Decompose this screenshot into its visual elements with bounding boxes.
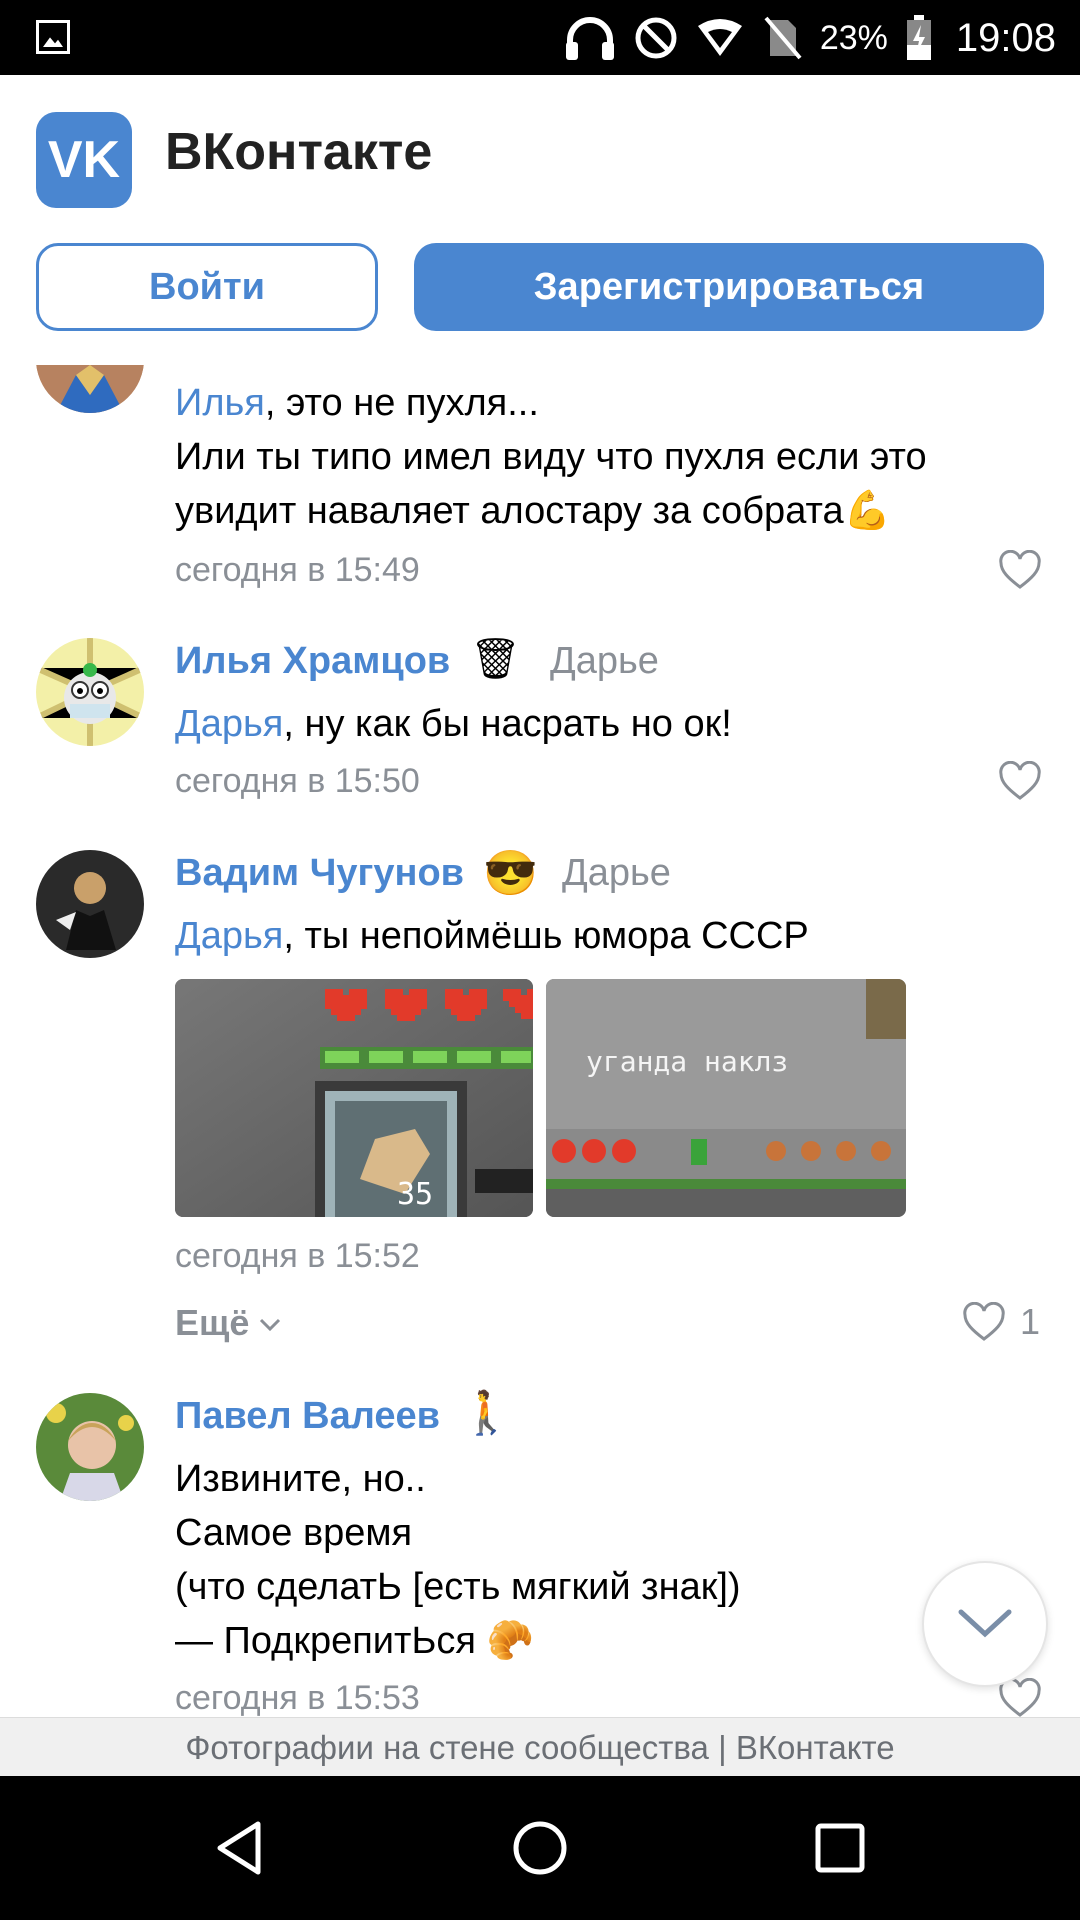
do-not-disturb-icon xyxy=(635,17,677,59)
comment-time[interactable]: сегодня в 15:52 xyxy=(175,1237,420,1276)
avatar[interactable] xyxy=(36,850,144,958)
recents-icon[interactable] xyxy=(810,1818,870,1878)
battery-charging-icon xyxy=(906,15,931,60)
comment-text-line: Самое время xyxy=(175,1512,413,1554)
reply-to[interactable]: Дарье xyxy=(550,640,659,683)
comment-time[interactable]: сегодня в 15:50 xyxy=(175,762,420,801)
comment-text: Илья, это не пухля... xyxy=(175,382,539,424)
comment-text: Дарья, ну как бы насрать но ок! xyxy=(175,703,732,745)
avatar[interactable] xyxy=(36,638,144,746)
no-sim-icon xyxy=(764,16,802,60)
gallery-icon xyxy=(36,20,70,54)
mention-link[interactable]: Дарья xyxy=(175,703,283,745)
clock: 19:08 xyxy=(955,15,1056,60)
app-title: ВКонтакте xyxy=(165,123,433,181)
page-title-bar: Фотографии на стене сообщества | ВКонтак… xyxy=(0,1717,1080,1777)
flexed-biceps-icon: 💪 xyxy=(843,490,891,532)
mention-link[interactable]: Дарья xyxy=(175,915,283,957)
like-count: 1 xyxy=(1020,1301,1041,1342)
reply-to[interactable]: Дарье xyxy=(562,852,671,895)
comment-author[interactable]: Вадим Чугунов xyxy=(175,852,464,895)
mention-link[interactable]: Илья xyxy=(175,382,265,424)
comment-text-line: увидит наваляет алостару за собрата💪 xyxy=(175,490,891,532)
wastebasket-icon: 🗑 xyxy=(470,637,521,681)
photo-caption: уганда наклз xyxy=(586,1045,788,1078)
more-replies-button[interactable]: Ещё xyxy=(175,1302,281,1344)
comment-author[interactable]: Илья Храмцов xyxy=(175,640,450,683)
home-icon[interactable] xyxy=(510,1818,570,1878)
chevron-down-icon xyxy=(958,1609,1012,1638)
comments-feed[interactable]: Илья, это не пухля... Или ты типо имел в… xyxy=(0,365,1080,1717)
comment-text-line: Или ты типо имел виду что пухля если это xyxy=(175,436,927,478)
photo-attachment[interactable]: 35 xyxy=(175,979,533,1217)
status-bar: 23% 19:08 xyxy=(0,0,1080,75)
like-heart-icon[interactable] xyxy=(998,761,1042,801)
login-button[interactable]: Войти xyxy=(36,243,378,331)
register-button[interactable]: Зарегистрироваться xyxy=(414,243,1044,331)
system-nav-bar xyxy=(0,1776,1080,1920)
comment-text: Дарья, ты непоймёшь юмора СССР xyxy=(175,915,809,957)
like-heart-icon[interactable] xyxy=(962,1302,1006,1342)
comment-time[interactable]: сегодня в 15:53 xyxy=(175,1679,420,1717)
avatar[interactable] xyxy=(36,365,144,413)
comment-text-line: — ПодкрепитЬся 🥐 xyxy=(175,1620,534,1662)
comment-text-line: Извините, но.. xyxy=(175,1458,426,1500)
chevron-down-icon xyxy=(260,1319,281,1332)
comment-time[interactable]: сегодня в 15:49 xyxy=(175,551,420,590)
person-walking-icon: 🚶 xyxy=(460,1389,513,1436)
battery-percent: 23% xyxy=(819,18,888,57)
comment-text-line: (что сделатЬ [есть мягкий знак]) xyxy=(175,1566,741,1608)
photo-attachment[interactable]: уганда наклз xyxy=(546,979,906,1217)
wifi-icon xyxy=(697,19,742,56)
scroll-down-button[interactable] xyxy=(922,1561,1048,1687)
like-heart-icon[interactable] xyxy=(998,550,1042,590)
back-icon[interactable] xyxy=(210,1818,270,1878)
smiling-face-with-sunglasses-icon: 😎 xyxy=(483,849,538,898)
avatar[interactable] xyxy=(36,1393,144,1501)
vk-logo: VK xyxy=(36,112,132,208)
photo-item-count: 35 xyxy=(397,1177,433,1212)
comment-author[interactable]: Павел Валеев xyxy=(175,1395,440,1438)
headphones-icon xyxy=(565,17,614,60)
